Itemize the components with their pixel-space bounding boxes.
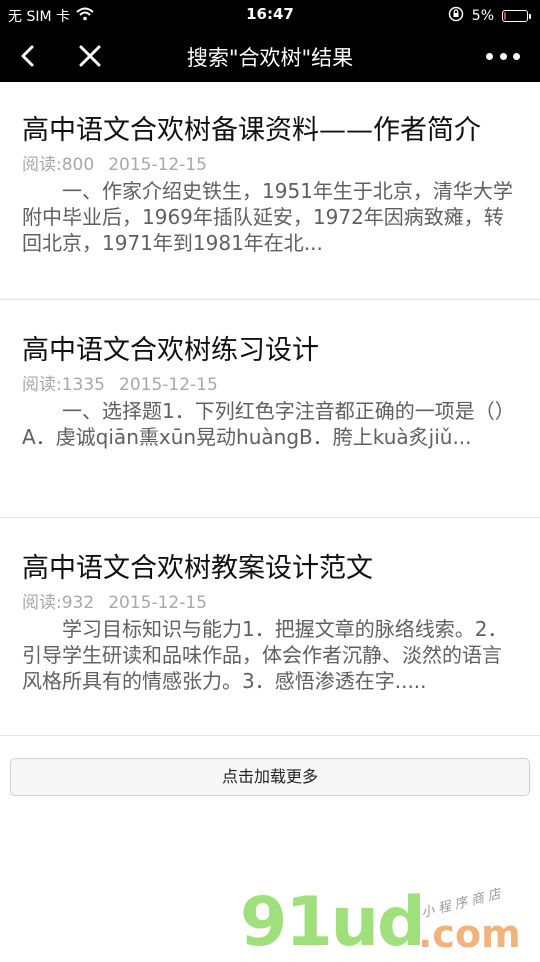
read-count: 阅读:800 [22,155,95,175]
publish-date: 2015-12-15 [119,375,218,395]
page-title: 搜索"合欢树"结果 [186,46,354,70]
load-more-button[interactable]: 点击加载更多 [10,758,530,796]
result-item[interactable]: 高中语文合欢树练习设计 阅读:1335 2015-12-15 一、选择题1．下列红… [0,300,540,518]
battery-icon [502,10,531,22]
result-item[interactable]: 高中语文合欢树教案设计范文 阅读:932 2015-12-15 学习目标知识与能力… [0,518,540,736]
read-count: 阅读:1335 [22,375,105,395]
result-item[interactable]: 高中语文合欢树备课资料——作者简介 阅读:800 2015-12-15 一、作家介… [0,82,540,300]
watermark-logo: 91ud [240,883,426,962]
navigation-bar: 搜索"合欢树"结果 [0,30,540,82]
battery-percent: 5% [471,8,494,24]
watermark-domain: .com [418,912,521,956]
more-dots-icon[interactable] [486,42,520,70]
battery-level-fill [504,12,506,20]
result-excerpt: 一、选择题1．下列红色字注音都正确的一项是（）A．虔诚qiān熏xūn晃动huà… [22,399,515,449]
result-meta: 阅读:1335 2015-12-15 [22,374,518,396]
read-count: 阅读:932 [22,593,95,613]
dot [486,52,493,60]
status-bar: 无 SIM 卡 16:47 5% [0,0,540,30]
result-title: 高中语文合欢树教案设计范文 [22,553,373,584]
dot [499,52,507,60]
publish-date: 2015-12-15 [108,155,207,175]
publish-date: 2015-12-15 [108,593,207,613]
result-excerpt: 学习目标知识与能力1．把握文章的脉络线索。2．引导学生研读和品味作品，体会作者沉… [22,617,508,693]
status-right: 5% [448,6,531,26]
result-title: 高中语文合欢树备课资料——作者简介 [22,115,481,146]
dot [513,52,520,60]
result-meta: 阅读:800 2015-12-15 [22,154,518,176]
result-excerpt: 一、作家介绍史铁生，1951年生于北京，清华大学附中毕业后，1969年插队延安，… [22,179,513,255]
result-meta: 阅读:932 2015-12-15 [22,592,518,614]
search-results-list: 高中语文合欢树备课资料——作者简介 阅读:800 2015-12-15 一、作家介… [0,82,540,736]
result-title: 高中语文合欢树练习设计 [22,335,319,366]
orientation-lock-icon [448,6,464,26]
watermark: 91ud .com 小程序商店 [240,883,530,962]
